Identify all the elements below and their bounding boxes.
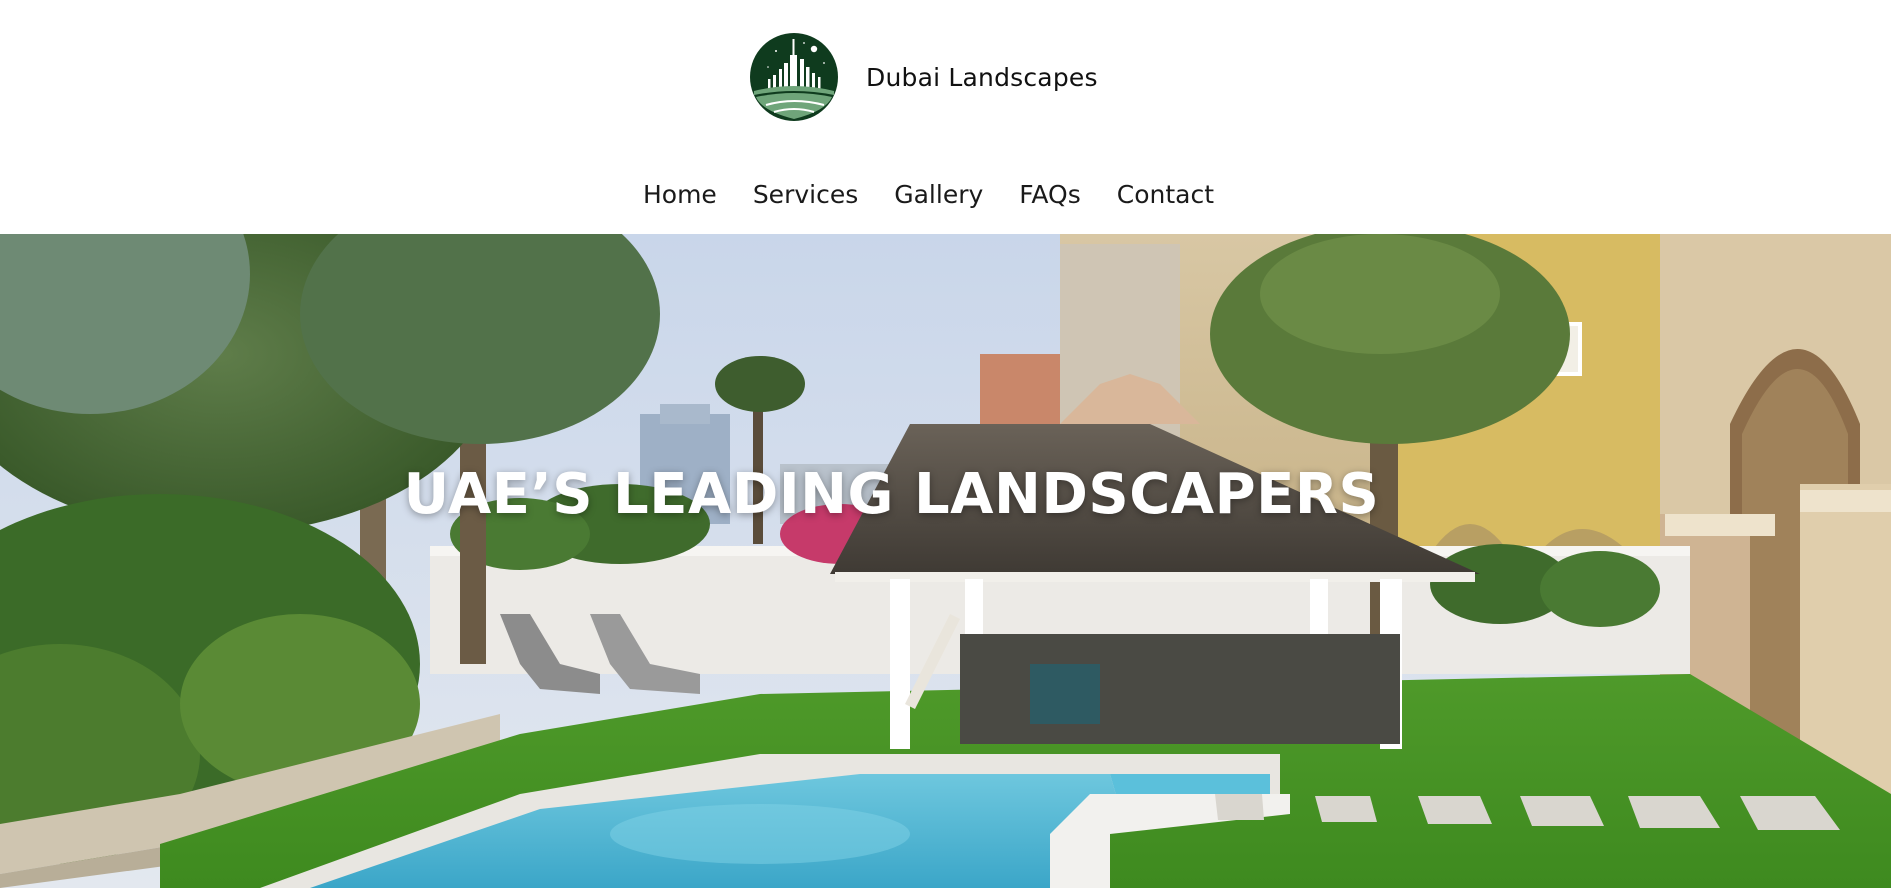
- brand-name: Dubai Landscapes: [866, 62, 1098, 92]
- nav-item-contact[interactable]: Contact: [1117, 180, 1214, 209]
- hero-section: UAE’S LEADING LANDSCAPERS: [0, 234, 1891, 888]
- garden-pool-palm-trees-photo: [0, 234, 1891, 888]
- city-skyline-logo-icon: [747, 30, 841, 124]
- site-header: Dubai Landscapes Home Services Gallery F…: [0, 0, 1891, 234]
- nav-list: Home Services Gallery FAQs Contact: [643, 180, 1214, 209]
- nav-item-gallery[interactable]: Gallery: [894, 180, 983, 209]
- nav-item-home[interactable]: Home: [643, 180, 717, 209]
- hero-title: UAE’S LEADING LANDSCAPERS: [403, 462, 1380, 527]
- brand-home-link[interactable]: Dubai Landscapes: [746, 27, 1098, 127]
- nav-item-faqs[interactable]: FAQs: [1019, 180, 1080, 209]
- main-nav: Home Services Gallery FAQs Contact: [0, 172, 1891, 216]
- page: Dubai Landscapes Home Services Gallery F…: [0, 0, 1891, 888]
- nav-item-services[interactable]: Services: [753, 180, 858, 209]
